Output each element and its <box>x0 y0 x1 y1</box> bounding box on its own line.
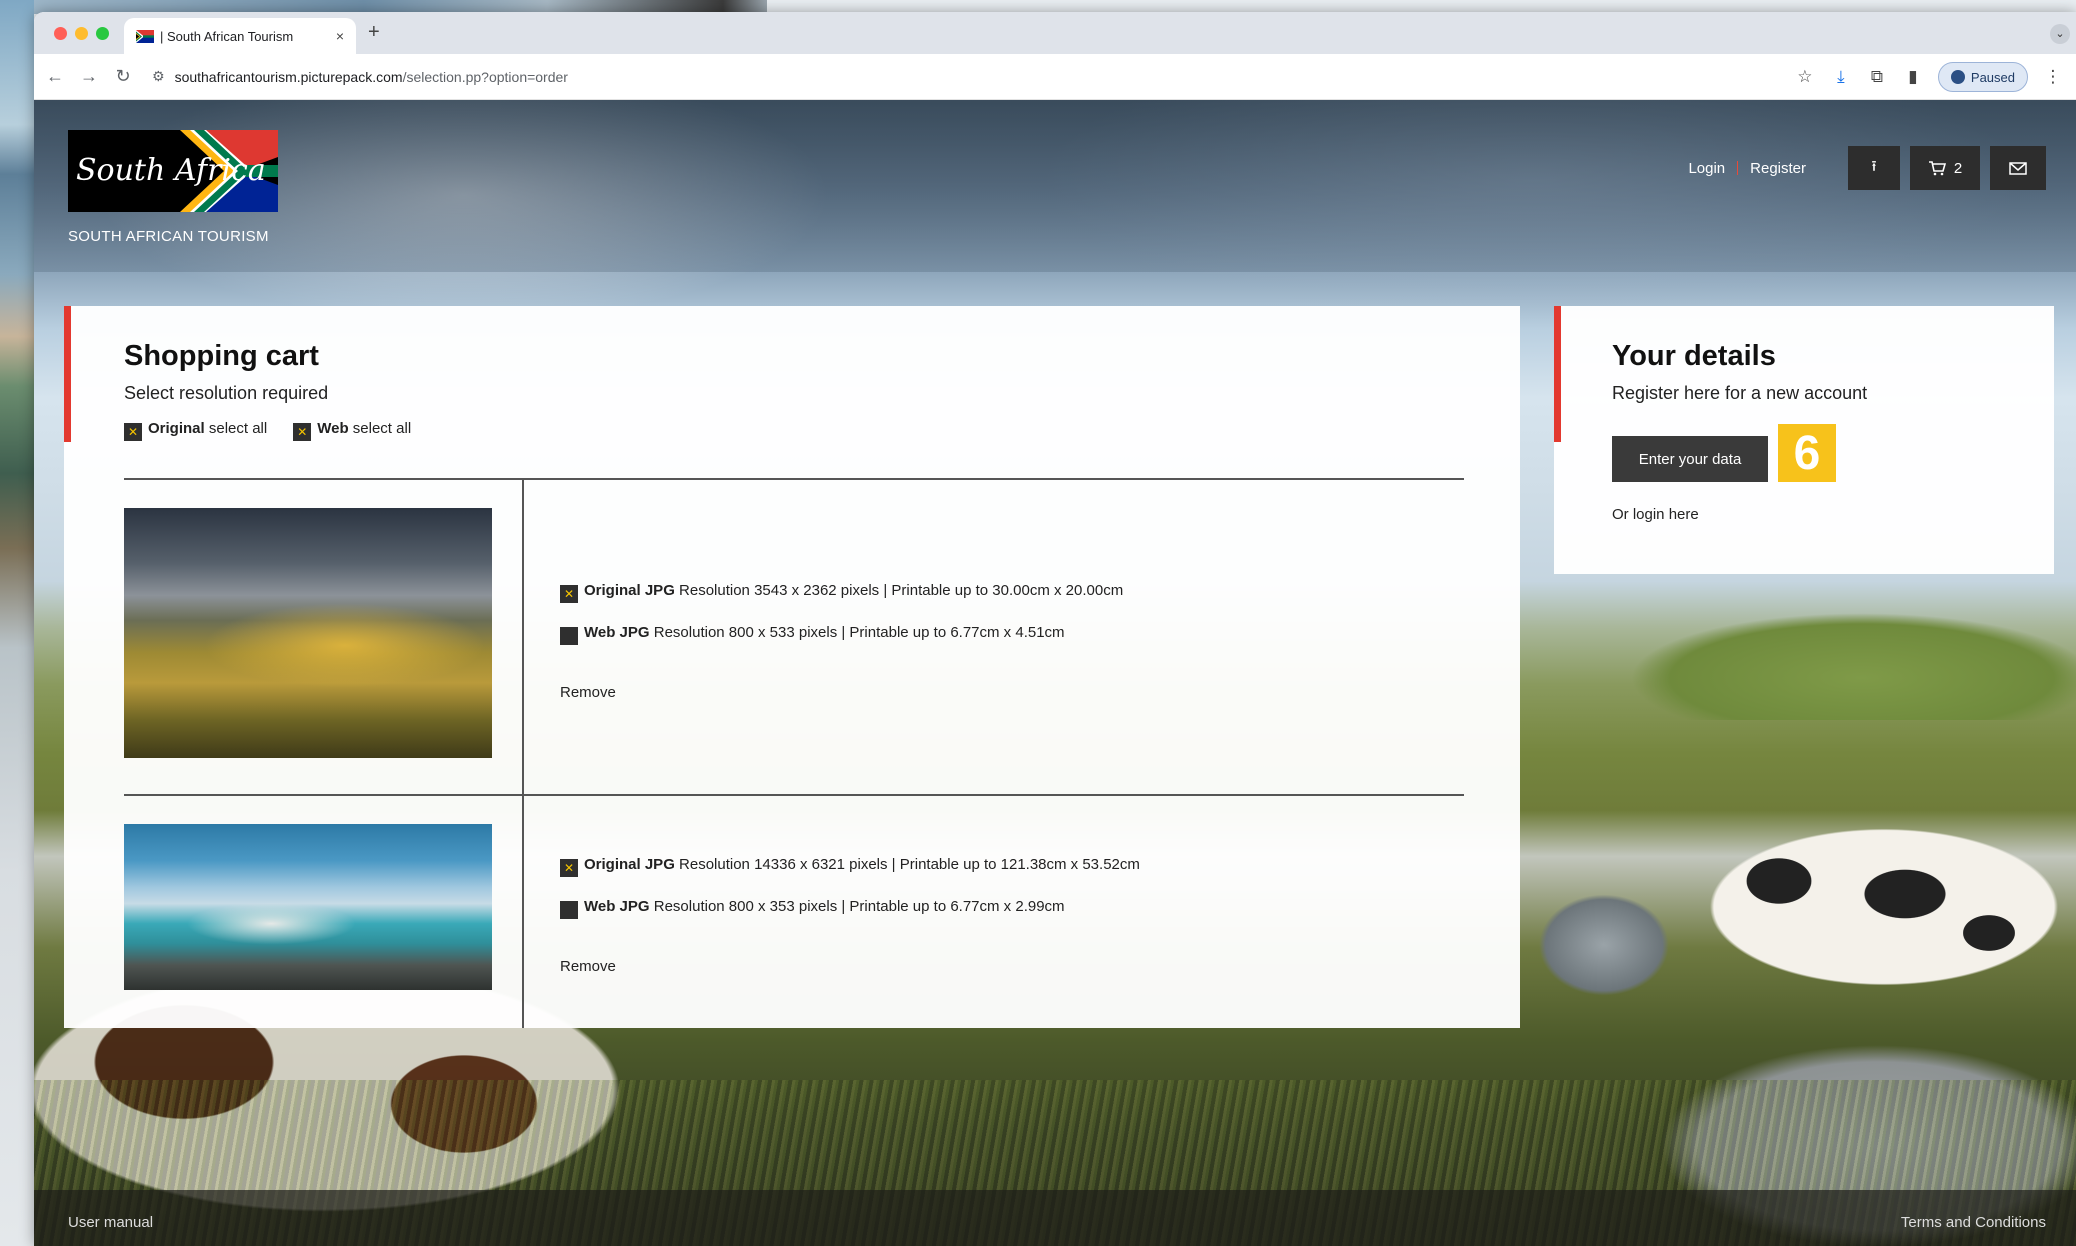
background-hills <box>1514 580 2076 720</box>
browser-toolbar: ← → ↻ ⚙ southafricantourism.picturepack.… <box>34 54 2076 100</box>
original-jpg-option[interactable]: ✕ Original JPG Resolution 14336 x 6321 pi… <box>560 856 1140 877</box>
upload-button[interactable]: ⭱ <box>1848 146 1900 190</box>
browser-menu-icon[interactable]: ⋮ <box>2042 66 2064 88</box>
cart-count: 2 <box>1953 159 1963 177</box>
south-africa-logo[interactable]: South Africa <box>68 130 278 212</box>
web-jpg-option[interactable]: ✕Web JPG Resolution 800 x 353 pixels | P… <box>560 898 1065 919</box>
bookmark-star-icon[interactable]: ☆ <box>1794 66 1816 88</box>
web-jpg-option[interactable]: ✕Web JPG Resolution 800 x 533 pixels | P… <box>560 624 1065 645</box>
window-controls <box>54 27 109 40</box>
or-login-link[interactable]: Or login here <box>1612 506 1699 523</box>
register-link[interactable]: Register <box>1750 160 1806 177</box>
contact-button[interactable] <box>1990 146 2046 190</box>
divider <box>124 478 1464 480</box>
logo-wordmark: South Africa <box>76 153 266 188</box>
browser-tab[interactable]: | South African Tourism × <box>124 18 356 54</box>
back-icon[interactable]: ← <box>38 66 72 87</box>
minimize-window-button[interactable] <box>75 27 88 40</box>
checkbox-icon[interactable]: ✕ <box>293 423 312 441</box>
profile-label: Paused <box>1970 69 2015 85</box>
cart-item-thumbnail-landscape[interactable] <box>124 508 492 758</box>
upload-icon: ⭱ <box>1871 157 1877 175</box>
cart-title: Shopping cart <box>124 340 319 372</box>
desktop-background <box>0 0 34 1246</box>
background-cow <box>1674 790 2076 1050</box>
side-panel-icon[interactable]: ▮ <box>1902 66 1924 88</box>
original-select-all[interactable]: ✕ Original select all <box>124 420 267 441</box>
checkbox-icon[interactable]: ✕ <box>560 901 578 919</box>
step-number-badge: 6 <box>1778 424 1836 482</box>
south-africa-flag-icon <box>136 29 154 43</box>
page: South Africa SOUTH AFRICAN TOURISM Login… <box>34 100 2076 1246</box>
close-window-button[interactable] <box>54 27 67 40</box>
login-link[interactable]: Login <box>1688 160 1725 177</box>
extensions-icon[interactable]: ⧉ <box>1866 66 1888 88</box>
details-title: Your details <box>1612 340 1776 372</box>
cart-subtitle: Select resolution required <box>124 383 329 403</box>
reload-icon[interactable]: ↻ <box>106 66 140 87</box>
terms-link[interactable]: Terms and Conditions <box>1901 1214 2046 1231</box>
your-details-panel: Your details Register here for a new acc… <box>1554 306 2054 574</box>
toolbar-actions: ☆ ⤓ ⧉ ▮ Paused ⋮ <box>1794 62 2064 92</box>
checkbox-icon[interactable]: ✕ <box>560 585 578 603</box>
logo-caption: SOUTH AFRICAN TOURISM <box>68 228 269 245</box>
site-header-nav: Login Register ⭱ 2 <box>1688 146 2046 190</box>
remove-item-button[interactable]: Remove <box>560 684 616 701</box>
cart-button[interactable]: 2 <box>1910 146 1980 190</box>
tab-search-icon[interactable]: ⌄ <box>2050 24 2070 44</box>
nav-divider <box>1737 161 1739 175</box>
browser-window: | South African Tourism × + ⌄ ← → ↻ ⚙ so… <box>34 12 2076 1246</box>
new-tab-button[interactable]: + <box>368 21 380 44</box>
background-car <box>1514 870 1694 1020</box>
site-settings-icon[interactable]: ⚙ <box>152 68 165 85</box>
profile-button[interactable]: Paused <box>1937 62 2028 92</box>
web-select-all[interactable]: ✕ Web select all <box>293 420 411 441</box>
original-jpg-option[interactable]: ✕ Original JPG Resolution 3543 x 2362 pix… <box>560 582 1123 603</box>
column-divider <box>522 478 524 1028</box>
select-all-row: ✕ Original select all ✕ Web select all <box>124 420 411 441</box>
profile-avatar-icon <box>1950 70 1965 84</box>
remove-item-button[interactable]: Remove <box>560 958 616 975</box>
cart-icon <box>1928 161 1946 176</box>
checkbox-icon[interactable]: ✕ <box>560 627 578 645</box>
details-subtitle: Register here for a new account <box>1612 383 1868 403</box>
divider <box>124 794 1464 796</box>
shopping-cart-panel: Shopping cart Select resolution required… <box>64 306 1520 1028</box>
address-bar[interactable]: ⚙ southafricantourism.picturepack.com/se… <box>152 68 568 85</box>
user-manual-link[interactable]: User manual <box>68 1214 153 1231</box>
checkbox-icon[interactable]: ✕ <box>560 859 578 877</box>
mail-icon <box>2009 161 2027 175</box>
url-path: /selection.pp?option=order <box>402 68 568 85</box>
tab-title: | South African Tourism <box>160 28 294 44</box>
page-footer: User manual Terms and Conditions <box>34 1190 2076 1246</box>
forward-icon[interactable]: → <box>72 66 106 87</box>
checkbox-icon[interactable]: ✕ <box>124 423 142 441</box>
maximize-window-button[interactable] <box>96 27 109 40</box>
url-host: southafricantourism.picturepack.com <box>174 68 403 85</box>
download-icon[interactable]: ⤓ <box>1830 66 1852 88</box>
enter-your-data-button[interactable]: Enter your data <box>1612 436 1768 482</box>
tab-bar: | South African Tourism × + ⌄ <box>34 12 2076 54</box>
tab-close-icon[interactable]: × <box>336 28 344 44</box>
cart-item-thumbnail-penguins[interactable] <box>124 824 492 990</box>
